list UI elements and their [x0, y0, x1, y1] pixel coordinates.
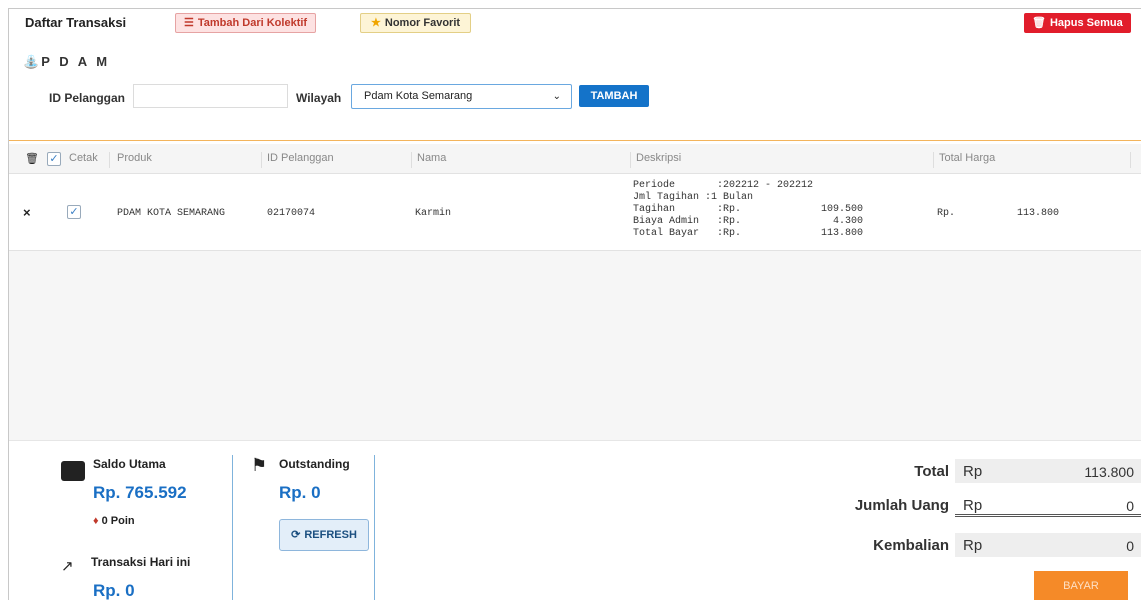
col-total-harga: Total Harga [939, 152, 996, 164]
desc-line: Periode :202212 - 202212 [633, 180, 863, 192]
top-bar: Daftar Transaksi ☰ Tambah Dari Kolektif ★… [9, 9, 1141, 37]
delete-all-icon[interactable]: 🗑 [25, 152, 39, 165]
kembalian-label: Kembalian [873, 537, 949, 554]
jumlah-uang-input[interactable]: Rp 0 [955, 493, 1141, 517]
divider [9, 140, 1141, 141]
poin-badge: ♦ 0 Poin [93, 515, 135, 527]
saldo-value: Rp. 765.592 [93, 483, 187, 502]
kembalian-value: 0 [1126, 538, 1134, 554]
total-value: 113.800 [1084, 464, 1134, 480]
refresh-button[interactable]: ⟳ REFRESH [279, 519, 369, 551]
summary-footer: Saldo Utama Rp. 765.592 ♦ 0 Poin ↗ Transa… [9, 440, 1141, 600]
cell-id-pelanggan: 02170074 [267, 208, 316, 219]
kembalian-currency: Rp [963, 537, 983, 554]
refresh-icon: ⟳ [291, 529, 301, 541]
saldo-label: Saldo Utama [93, 457, 166, 471]
select-all-checkbox[interactable]: ✓ [47, 152, 61, 166]
footer-divider [232, 455, 233, 600]
desc-key: Total Bayar [633, 228, 700, 239]
section-title-text: P D A M [41, 54, 111, 69]
cell-deskripsi: Periode :202212 - 202212 Jml Tagihan :1 … [633, 180, 863, 240]
table-header: 🗑 ✓ Cetak Produk ID Pelanggan Nama Deskr… [9, 144, 1141, 174]
table-row[interactable]: × ✓ PDAM KOTA SEMARANG 02170074 Karmin P… [9, 175, 1141, 251]
remove-row-icon[interactable]: × [23, 205, 31, 220]
hapus-semua-label: Hapus Semua [1049, 17, 1123, 29]
trash-icon: 🗑 [1032, 17, 1046, 29]
col-id-pelanggan: ID Pelanggan [267, 152, 334, 164]
desc-key: Jml Tagihan [633, 192, 700, 203]
footer-divider [374, 455, 375, 600]
wilayah-label: Wilayah [296, 91, 342, 105]
star-icon: ★ [371, 17, 381, 29]
desc-key: Periode [633, 180, 676, 191]
col-nama: Nama [417, 152, 447, 164]
gem-icon: ♦ [93, 515, 99, 527]
tambah-button[interactable]: TAMBAH [579, 85, 649, 107]
id-pelanggan-label: ID Pelanggan [49, 91, 126, 105]
desc-line: Total Bayar :Rp. 113.800 [633, 228, 863, 240]
chevron-down-icon: ⌄ [552, 91, 561, 102]
desc-line: Tagihan :Rp. 109.500 [633, 204, 863, 216]
jumlah-currency: Rp [963, 497, 983, 514]
wallet-icon [61, 461, 85, 481]
water-tap-icon: ⛲ [23, 54, 40, 69]
page-title: Daftar Transaksi [25, 15, 127, 30]
wilayah-select[interactable]: Pdam Kota Semarang ⌄ [351, 84, 572, 109]
tambah-kolektif-button[interactable]: ☰ Tambah Dari Kolektif [175, 13, 317, 33]
nomor-favorit-label: Nomor Favorit [384, 17, 461, 29]
col-divider [411, 152, 412, 168]
col-divider [630, 152, 631, 168]
total-label: Total [914, 463, 949, 480]
cell-harga-amount: 113.800 [1017, 208, 1060, 219]
outstanding-value: Rp. 0 [279, 483, 321, 502]
table-body: × ✓ PDAM KOTA SEMARANG 02170074 Karmin P… [9, 175, 1141, 440]
col-divider [1130, 152, 1131, 168]
total-currency: Rp [963, 463, 983, 480]
section-title: ⛲ P D A M [23, 54, 110, 70]
cell-harga-currency: Rp. [937, 208, 956, 219]
nomor-favorit-button[interactable]: ★ Nomor Favorit [360, 13, 472, 33]
poin-text: 0 Poin [101, 515, 135, 527]
transaction-panel: Daftar Transaksi ☰ Tambah Dari Kolektif ★… [8, 8, 1141, 600]
desc-amount: 113.800 [820, 228, 863, 239]
transaksi-value: Rp. 0 [93, 581, 135, 600]
desc-amount: 109.500 [820, 204, 863, 215]
hapus-semua-button[interactable]: 🗑 Hapus Semua [1024, 13, 1131, 33]
transaksi-label: Transaksi Hari ini [91, 555, 191, 569]
cell-produk: PDAM KOTA SEMARANG [117, 208, 226, 219]
col-produk: Produk [117, 152, 152, 164]
desc-value: :1 Bulan [705, 192, 754, 203]
jumlah-value: 0 [1126, 498, 1134, 514]
desc-currency: :Rp. [717, 216, 742, 227]
desc-key: Tagihan [633, 204, 676, 215]
desc-line: Biaya Admin :Rp. 4.300 [633, 216, 863, 228]
cell-nama: Karmin [415, 208, 452, 219]
jumlah-uang-label: Jumlah Uang [854, 497, 949, 514]
desc-currency: :Rp. [717, 204, 742, 215]
flag-icon: ⚑ [251, 455, 268, 475]
outstanding-label: Outstanding [279, 457, 350, 471]
col-deskripsi: Deskripsi [636, 152, 682, 164]
desc-line: Jml Tagihan :1 Bulan [633, 192, 863, 204]
kembalian-box: Rp 0 [955, 533, 1141, 557]
refresh-label: REFRESH [304, 529, 357, 541]
total-box: Rp 113.800 [955, 459, 1141, 483]
wilayah-selected-value: Pdam Kota Semarang [364, 90, 473, 102]
list-icon: ☰ [184, 17, 194, 29]
desc-currency: :Rp. [717, 228, 742, 239]
col-divider [261, 152, 262, 168]
col-cetak: Cetak [69, 152, 98, 164]
cetak-checkbox[interactable]: ✓ [67, 205, 81, 219]
col-divider [109, 152, 110, 168]
col-divider [933, 152, 934, 168]
desc-amount: 4.300 [832, 216, 863, 227]
tambah-kolektif-label: Tambah Dari Kolektif [197, 17, 308, 29]
desc-key: Biaya Admin [633, 216, 700, 227]
id-pelanggan-input[interactable] [133, 84, 288, 108]
desc-value: :202212 - 202212 [717, 180, 814, 191]
bayar-button[interactable]: BAYAR [1034, 571, 1128, 600]
trending-up-icon: ↗ [61, 558, 74, 575]
